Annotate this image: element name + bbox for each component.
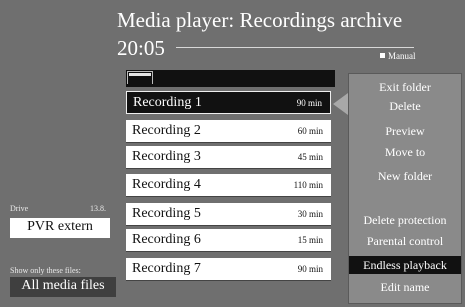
recording-name: Recording 6	[132, 232, 201, 247]
drive-label: Drive	[10, 204, 29, 213]
menu-pointer-icon	[333, 93, 348, 115]
recording-name: Recording 7	[132, 261, 201, 276]
recording-row[interactable]: Recording 6 15 min	[126, 229, 331, 252]
folder-path-bar	[126, 70, 335, 87]
recording-duration: 30 min	[297, 209, 323, 219]
recording-name: Recording 1	[133, 95, 202, 110]
recording-duration: 60 min	[297, 126, 323, 136]
recording-duration: 90 min	[297, 264, 323, 274]
clock: 20:05	[117, 36, 165, 60]
menu-item[interactable]: Preview	[349, 124, 461, 139]
recording-row[interactable]: Recording 4 110 min	[126, 174, 331, 197]
filter-select[interactable]: All media files	[10, 277, 116, 297]
menu-item[interactable]: New folder	[349, 169, 461, 184]
menu-item[interactable]: Move to	[349, 145, 461, 160]
drive-select[interactable]: PVR extern	[10, 218, 110, 238]
menu-item[interactable]: Delete	[349, 99, 461, 114]
mode-label: Manual	[388, 51, 416, 61]
recording-row[interactable]: Recording 1 90 min	[126, 91, 331, 114]
recording-row[interactable]: Recording 3 45 min	[126, 146, 331, 169]
recording-duration: 45 min	[297, 152, 323, 162]
recording-name: Recording 2	[132, 123, 201, 138]
recording-duration: 90 min	[296, 98, 322, 108]
recording-row[interactable]: Recording 7 90 min	[126, 258, 331, 281]
page-title: Media player: Recordings archive	[117, 8, 403, 32]
recording-name: Recording 3	[132, 149, 201, 164]
menu-item[interactable]: Exit folder	[349, 80, 461, 95]
folder-icon	[127, 71, 153, 84]
recording-name: Recording 4	[132, 177, 201, 192]
menu-item[interactable]: Delete protection	[349, 213, 461, 228]
menu-item[interactable]: Endless playback	[349, 256, 461, 274]
recording-name: Recording 5	[132, 206, 201, 221]
options-menu: Exit folder Delete Preview Move to New folde…	[348, 73, 462, 304]
recording-mode: Manual	[380, 51, 416, 61]
recording-row[interactable]: Recording 2 60 min	[126, 120, 331, 143]
recording-duration: 15 min	[297, 235, 323, 245]
menu-item[interactable]: Edit name	[349, 280, 461, 295]
drive-suffix: 13.8.	[90, 204, 106, 213]
recording-duration: 110 min	[293, 180, 323, 190]
square-bullet-icon	[380, 53, 385, 58]
divider	[176, 47, 414, 48]
filter-label: Show only these files:	[10, 266, 81, 275]
menu-item[interactable]: Parental control	[349, 234, 461, 249]
recording-row[interactable]: Recording 5 30 min	[126, 203, 331, 226]
